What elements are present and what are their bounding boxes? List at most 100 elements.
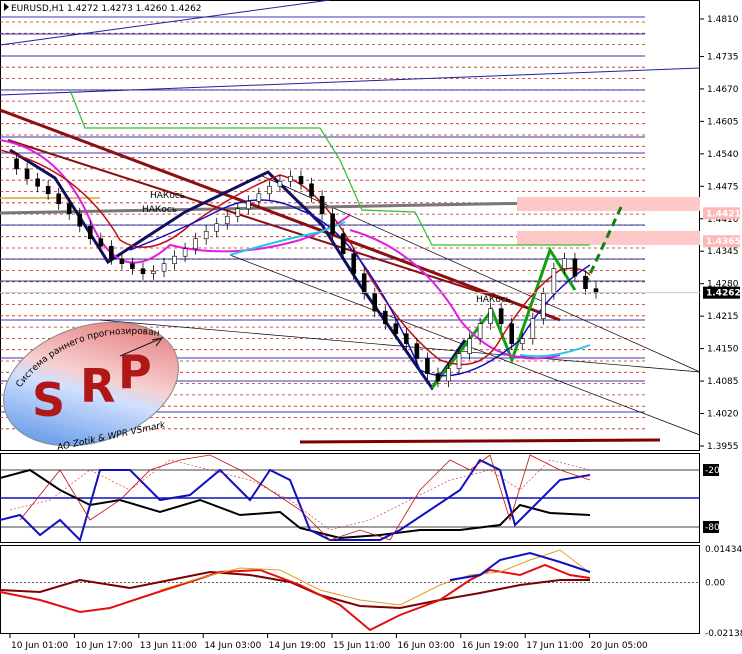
candle-body (446, 368, 451, 382)
candle-body (425, 358, 430, 374)
osc2-orange (159, 549, 591, 606)
candle-body (288, 176, 293, 182)
trendline (0, 67, 701, 96)
candle-body (467, 338, 472, 354)
candle-body (235, 208, 241, 217)
candle-body (562, 258, 567, 270)
x-tick-label: 14 Jun 03:00 (204, 641, 261, 651)
x-axis-labels: 10 Jun 01:00 10 Jun 17:00 13 Jun 11:00 14 J… (9, 634, 648, 651)
candle-body (214, 223, 220, 232)
osc2-tick-label: -0.02138 (705, 629, 742, 639)
x-tick-label: 14 Jun 19:00 (269, 641, 326, 651)
candle-body (246, 200, 251, 210)
y-tick-label: 1.4085 (707, 377, 739, 387)
candle-body (161, 263, 167, 272)
x-tick-label: 16 Jun 03:00 (397, 641, 454, 651)
candle-body (393, 323, 399, 334)
title-text: EURUSD,H1 1.4272 1.4273 1.4260 1.4262 (11, 4, 202, 14)
x-tick-label: 17 Jun 11:00 (526, 641, 583, 651)
osc2-red (0, 563, 591, 632)
y-tick-label: 1.4735 (707, 52, 739, 62)
candle-body (98, 238, 104, 247)
panel-frames (0, 0, 700, 634)
candle-body (477, 323, 483, 339)
y-tick-label: 1.4475 (707, 182, 739, 192)
oscillator-2: 0.01434 0.00 -0.02138 (0, 545, 742, 639)
highlight-zone (517, 197, 700, 211)
y-tick-label: 1.4215 (707, 312, 739, 322)
candle-body (130, 263, 135, 270)
annotation-label: НАКось (150, 191, 185, 201)
candle-body (172, 255, 177, 265)
osc1-black (0, 468, 591, 540)
price-label: 1.4365 (706, 237, 741, 247)
candle-body (435, 373, 441, 382)
candle-body (87, 225, 93, 240)
oscillator-1: -20 -80 (0, 454, 720, 542)
candle-body (319, 195, 325, 215)
x-tick-label: 15 Jun 11:00 (333, 641, 390, 651)
y-tick-label: 1.4540 (707, 150, 739, 160)
candle-body (519, 338, 525, 344)
price-label: 1.4262 (706, 289, 741, 299)
candle-body (488, 308, 493, 324)
candle-body (583, 275, 588, 289)
candle-body (551, 268, 557, 294)
candle-body (224, 215, 230, 225)
osc1-level-label: -80 (705, 523, 720, 533)
candle-body (109, 245, 114, 260)
y-axis-labels: 1.4810 1.4735 1.4670 1.4605 1.4540 1.4475 1.44… (700, 15, 741, 452)
chart-title: EURUSD,H1 1.4272 1.4273 1.4260 1.4262 (4, 3, 202, 14)
x-tick-label: 13 Jun 11:00 (140, 641, 197, 651)
candle-body (298, 176, 304, 185)
osc1-red-dashed (9, 459, 591, 531)
candle-body (572, 258, 578, 277)
price-label: 1.4421 (706, 209, 741, 219)
osc1-blue (0, 458, 591, 542)
y-tick-label: 1.3955 (707, 442, 739, 452)
candle-body (256, 193, 262, 202)
y-tick-label: 1.4605 (707, 117, 739, 127)
candle-body (66, 203, 72, 215)
candle-body (351, 253, 356, 275)
cyan-line (519, 344, 591, 358)
horizontal-level-dark (299, 438, 661, 444)
play-icon (4, 3, 9, 11)
x-tick-label: 10 Jun 01:00 (11, 641, 68, 651)
candle-body (14, 158, 19, 170)
cyan-line (229, 221, 346, 256)
candle-body (509, 323, 515, 344)
candle-body (498, 308, 504, 324)
candle-body (372, 293, 378, 312)
candle-body (404, 333, 409, 344)
y-tick-label: 1.4670 (707, 85, 739, 95)
green-stop-line (69, 89, 590, 246)
osc2-tick-label: 0.01434 (705, 545, 742, 555)
osc2-panel-frame (0, 545, 700, 634)
candle-body (330, 213, 335, 235)
candle-body (151, 270, 156, 275)
candle-body (593, 288, 599, 293)
candle-body (340, 233, 346, 255)
candle-body (267, 186, 272, 195)
candle-body (77, 213, 83, 227)
y-tick-label: 1.4020 (707, 410, 739, 420)
osc1-level-label: -20 (705, 466, 720, 476)
x-tick-label: 16 Jun 19:00 (462, 641, 519, 651)
candle-body (530, 318, 536, 339)
candle-body (182, 248, 188, 257)
candle-body (193, 238, 198, 250)
chart-window: { "window": { "title": "EURUSD,H1 1.4272… (0, 0, 742, 654)
candle-body (541, 293, 546, 319)
y-tick-label: 1.4150 (707, 345, 739, 355)
candle-body (24, 168, 30, 180)
candle-body (382, 310, 388, 324)
osc2-tick-label: 0.00 (705, 579, 725, 589)
logo-letter-r: R (80, 359, 115, 413)
x-tick-label: 20 Jun 05:00 (591, 641, 648, 651)
x-tick-label: 10 Jun 17:00 (75, 641, 132, 651)
candle-body (119, 258, 125, 265)
y-tick-label: 1.4810 (707, 15, 739, 25)
candle-body (277, 181, 283, 187)
annotation-label: НАКось (142, 205, 177, 215)
